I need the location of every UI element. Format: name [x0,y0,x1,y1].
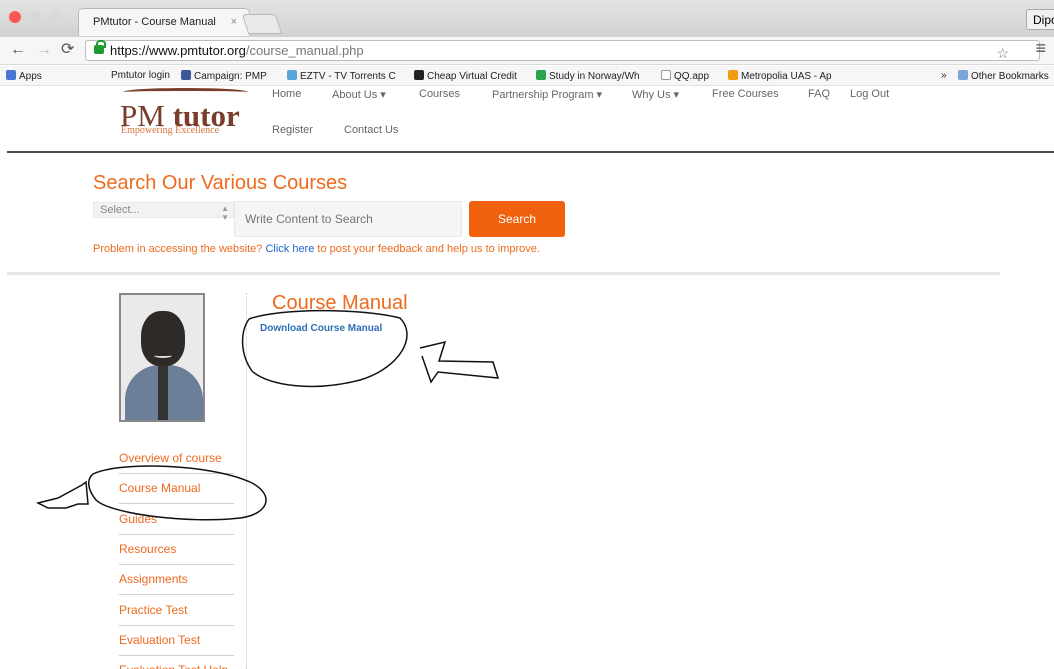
download-course-manual-link[interactable]: Download Course Manual [260,323,382,334]
header-divider [7,151,1054,153]
browser-menu-icon[interactable]: ≡ [1035,38,1046,59]
address-bar[interactable]: https://www.pmtutor.org/course_manual.ph… [85,40,1040,61]
browser-tab[interactable]: PMtutor - Course Manual × [78,8,250,36]
new-tab-button[interactable] [241,14,283,34]
profile-button[interactable]: Dipo [1026,9,1054,30]
browser-titlebar: PMtutor - Course Manual × Dipo [0,0,1054,37]
bookmark-campaign-pmp[interactable]: Campaign: PMP [181,70,267,82]
nav-faq[interactable]: FAQ [808,88,830,100]
sidebar-item-guides[interactable]: Guides [119,505,234,535]
bookmark-study-norway[interactable]: Study in Norway/Wh [536,70,640,82]
search-section-title: Search Our Various Courses [93,172,348,194]
pmtutor-logo[interactable]: PM tutor Empowering Excellence [113,86,250,144]
apps-grid-icon [6,70,16,80]
page-content: PM tutor Empowering Excellence Home Abou… [0,86,1054,669]
photo-shirt [158,365,168,420]
bookmark-eztv[interactable]: EZTV - TV Torrents C [287,70,396,82]
course-select-value: Select... [100,204,140,216]
bookmarks-overflow-icon[interactable]: » [941,70,947,81]
forward-icon[interactable]: → [36,42,52,58]
folder-icon [958,70,968,80]
back-icon[interactable]: ← [10,42,26,58]
logo-swoosh [123,88,248,96]
course-select[interactable]: Select... ▲ ▼ [93,202,234,222]
document-icon [661,70,671,80]
annotation-arrow-course-manual [35,480,89,509]
feedback-link[interactable]: Click here [265,243,314,255]
nav-partnership[interactable]: Partnership Program ▾ [492,88,602,101]
sidebar-item-evaluation-test[interactable]: Evaluation Test [119,626,234,656]
nav-home[interactable]: Home [272,88,301,100]
bookmarks-bar: Apps Pmtutor login Campaign: PMP EZTV - … [0,66,1054,86]
bookmark-qq[interactable]: QQ.app [661,70,709,82]
sidebar-item-course-manual[interactable]: Course Manual [119,474,234,504]
bookmark-metropolia[interactable]: Metropolia UAS - Ap [728,70,832,82]
nav-register[interactable]: Register [272,124,313,136]
bookmark-other[interactable]: Other Bookmarks [958,70,1049,82]
instructor-photo [119,293,205,422]
url-path: /course_manual.php [245,43,364,58]
metropolia-icon [728,70,738,80]
photo-smile [154,353,172,358]
reload-icon[interactable]: ⟳ [61,42,74,58]
bookmark-pmtutor-login[interactable]: Pmtutor login [111,70,170,81]
browser-toolbar: ← → ⟳ https://www.pmtutor.org/course_man… [0,37,1054,65]
bookmark-cheap-virtual-credit[interactable]: Cheap Virtual Credit [414,70,517,82]
sidebar-item-practice-test[interactable]: Practice Test [119,596,234,626]
nav-contact[interactable]: Contact Us [344,124,398,136]
feedback-notice: Problem in accessing the website? Click … [93,243,540,255]
facebook-icon [181,70,191,80]
bookmark-star-icon[interactable]: ☆ [996,45,1009,62]
sidebar-item-assignments[interactable]: Assignments [119,565,234,595]
sidebar-item-evaluation-test-help[interactable]: Evaluation Test Help [119,656,234,669]
logo-tagline: Empowering Excellence [121,125,220,136]
annotation-arrow-download [419,340,500,384]
maximize-window-icon[interactable] [49,11,61,23]
page-title: Course Manual [272,292,408,314]
tab-title: PMtutor - Course Manual [93,16,216,28]
vcc-icon [414,70,424,80]
bookmark-apps[interactable]: Apps [6,70,42,82]
sidebar-separator [246,293,247,669]
sidebar-item-resources[interactable]: Resources [119,535,234,565]
search-input[interactable] [234,201,462,237]
eztv-icon [287,70,297,80]
search-divider [7,272,1000,275]
sidebar-item-overview[interactable]: Overview of course [119,444,234,474]
minimize-window-icon[interactable] [29,11,41,23]
select-arrows-icon: ▲ ▼ [221,204,229,222]
nav-logout[interactable]: Log Out [850,88,889,100]
study-icon [536,70,546,80]
tab-close-icon[interactable]: × [231,16,237,28]
close-window-icon[interactable] [9,11,21,23]
url-host: https://www.pmtutor.org [110,43,246,58]
nav-courses[interactable]: Courses [419,88,460,100]
lock-icon [94,40,106,54]
annotation-circle-download [241,309,408,388]
nav-free-courses[interactable]: Free Courses [712,88,779,100]
nav-about[interactable]: About Us ▾ [332,88,386,101]
search-button[interactable]: Search [469,201,565,237]
nav-why-us[interactable]: Why Us ▾ [632,88,679,101]
